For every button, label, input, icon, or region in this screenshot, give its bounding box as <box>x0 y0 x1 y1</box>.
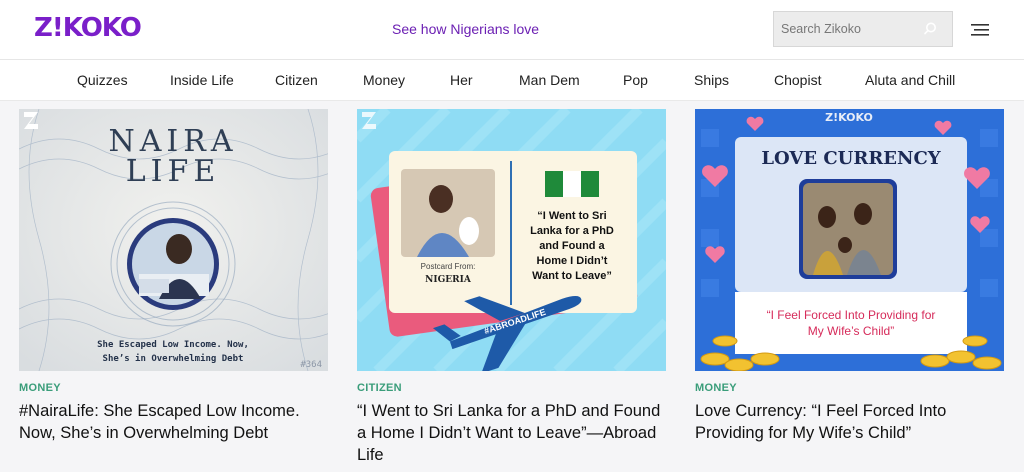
postcard-from-label: Postcard From: <box>421 262 476 271</box>
svg-text:Want to Leave”: Want to Leave” <box>532 270 612 282</box>
article-thumbnail[interactable]: Z!KOKO LOVE CURRENCY “I Feel Forced Into… <box>695 109 1004 371</box>
quote-line: “I Went to Sri <box>537 210 606 222</box>
nav-item-her[interactable]: Her <box>450 72 473 88</box>
article-title[interactable]: “I Went to Sri Lanka for a PhD and Found… <box>357 400 666 466</box>
nav-item-inside-life[interactable]: Inside Life <box>170 72 234 88</box>
svg-text:Lanka for a PhD: Lanka for a PhD <box>530 225 614 237</box>
article-card[interactable]: Z!KOKO LOVE CURRENCY “I Feel Forced Into… <box>695 109 1004 444</box>
svg-text:Home I Didn’t: Home I Didn’t <box>537 255 608 267</box>
svg-text:LIFE: LIFE <box>126 154 221 189</box>
category-nav: Quizzes Inside Life Citizen Money Her Ma… <box>0 61 1024 101</box>
svg-text:She’s in Overwhelming Debt: She’s in Overwhelming Debt <box>103 353 244 364</box>
nav-item-quizzes[interactable]: Quizzes <box>77 72 128 88</box>
svg-text:and Found a: and Found a <box>539 240 605 252</box>
nav-item-citizen[interactable]: Citizen <box>275 72 318 88</box>
nav-item-aluta-and-chill[interactable]: Aluta and Chill <box>865 72 955 88</box>
article-title[interactable]: Love Currency: “I Feel Forced Into Provi… <box>695 400 1004 444</box>
image-quote: “I Feel Forced Into Providing for <box>767 308 936 322</box>
svg-text:My Wife’s Child”: My Wife’s Child” <box>808 324 894 338</box>
article-card[interactable]: Postcard From: NIGERIA “I Went to Sri La… <box>357 109 666 466</box>
article-category[interactable]: MONEY <box>695 382 1004 394</box>
nav-item-money[interactable]: Money <box>363 72 405 88</box>
nav-item-pop[interactable]: Pop <box>623 72 648 88</box>
search-icon[interactable] <box>922 21 938 37</box>
issue-number: #364 <box>300 360 322 370</box>
nav-item-man-dem[interactable]: Man Dem <box>519 72 580 88</box>
abroad-life-artwork: Postcard From: NIGERIA “I Went to Sri La… <box>357 109 666 371</box>
article-category[interactable]: MONEY <box>19 382 328 394</box>
image-heading: LOVE CURRENCY <box>761 148 941 169</box>
hamburger-menu-icon[interactable] <box>971 23 989 37</box>
nav-item-ships[interactable]: Ships <box>694 72 729 88</box>
site-logo[interactable]: Z!KOKO <box>34 13 142 43</box>
country-label: NIGERIA <box>425 275 472 285</box>
article-thumbnail[interactable]: NAIRA LIFE She Escaped Low Income. Now, … <box>19 109 328 371</box>
love-currency-artwork: Z!KOKO LOVE CURRENCY “I Feel Forced Into… <box>695 109 1004 371</box>
article-category[interactable]: CITIZEN <box>357 382 666 394</box>
image-caption: She Escaped Low Income. Now, <box>97 340 249 350</box>
search-box <box>773 11 953 47</box>
image-brand: Z!KOKO <box>825 111 873 124</box>
naira-life-artwork: NAIRA LIFE She Escaped Low Income. Now, … <box>19 109 328 371</box>
article-thumbnail[interactable]: Postcard From: NIGERIA “I Went to Sri La… <box>357 109 666 371</box>
article-grid: NAIRA LIFE She Escaped Low Income. Now, … <box>0 101 1024 472</box>
article-title[interactable]: #NairaLife: She Escaped Low Income. Now,… <box>19 400 328 444</box>
site-header: Z!KOKO See how Nigerians love <box>0 0 1024 60</box>
tagline-link[interactable]: See how Nigerians love <box>392 21 539 37</box>
article-card[interactable]: NAIRA LIFE She Escaped Low Income. Now, … <box>19 109 328 444</box>
search-input[interactable] <box>774 12 922 46</box>
nav-item-chopist[interactable]: Chopist <box>774 72 821 88</box>
